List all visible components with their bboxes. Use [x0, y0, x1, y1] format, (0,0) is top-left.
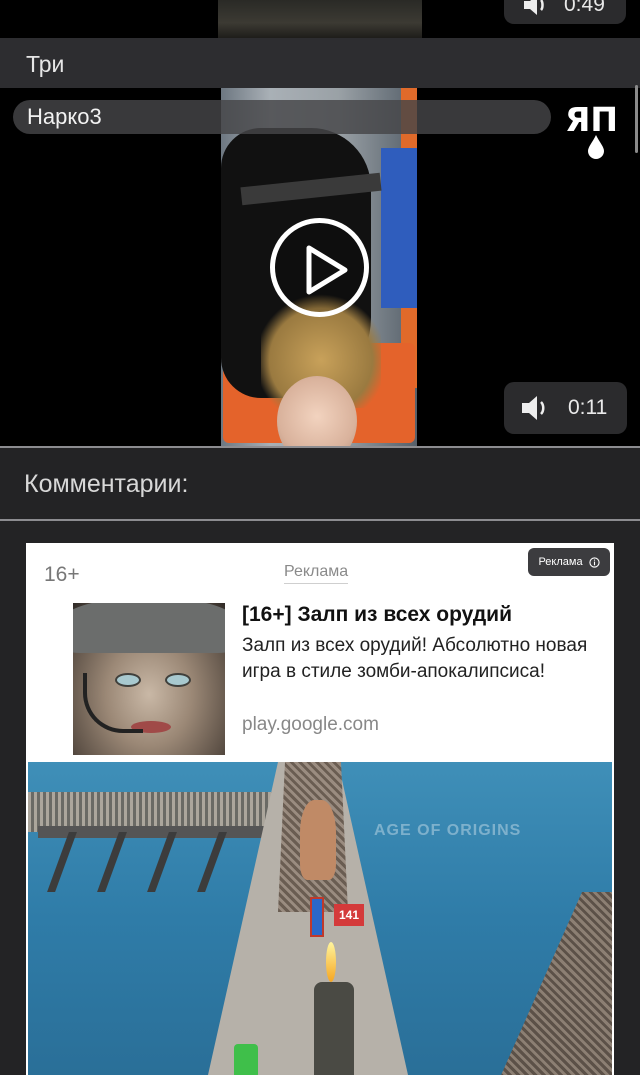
- volume-icon: [524, 0, 544, 15]
- logo-text: ЯП: [565, 100, 618, 139]
- scrollbar-thumb[interactable]: [635, 85, 638, 153]
- ad-image-shape: [73, 603, 225, 653]
- ad-label[interactable]: Реклама: [284, 563, 349, 584]
- ad-media-score: 141: [334, 904, 364, 926]
- previous-video-duration: 0:49: [564, 0, 605, 16]
- ad-title[interactable]: [16+] Залп из всех орудий: [242, 603, 602, 627]
- site-logo: ЯП: [565, 100, 618, 159]
- video-duration: 0:11: [568, 396, 608, 419]
- ad-media-shape: [310, 897, 324, 937]
- post-title: Три: [0, 38, 640, 90]
- ad-image-shape: [165, 673, 191, 687]
- ad-media-shape: [234, 1044, 258, 1075]
- ad-media-shape: [498, 892, 612, 1075]
- ad-media-shape: [326, 942, 336, 982]
- ad-media-shape: [314, 982, 354, 1075]
- previous-video-thumbnail: [218, 0, 422, 38]
- ad-image-shape: [83, 673, 143, 733]
- ad-card[interactable]: 16+ Реклама Реклама [16+] Залп из всех о…: [26, 543, 614, 1075]
- divider: [0, 519, 640, 521]
- ad-image[interactable]: [73, 603, 225, 755]
- video-title: Нарко3: [13, 100, 551, 134]
- comments-header: Комментарии:: [0, 448, 640, 520]
- info-icon: [588, 556, 600, 568]
- ad-age-rating: 16+: [44, 563, 80, 586]
- ad-domain[interactable]: play.google.com: [242, 714, 379, 736]
- ad-description: Залп из всех орудий! Абсолютно новая игр…: [242, 635, 588, 682]
- ad-media-watermark: AGE OF ORIGINS: [374, 822, 522, 839]
- play-icon: [306, 245, 348, 295]
- ad-badge[interactable]: Реклама: [528, 548, 610, 576]
- play-button[interactable]: [270, 218, 369, 317]
- ad-media-shape: [47, 832, 77, 892]
- ad-media-shape: [300, 800, 336, 880]
- previous-video[interactable]: 0:49: [0, 0, 640, 38]
- ad-media-shape: [197, 832, 227, 892]
- previous-video-volume-pill[interactable]: 0:49: [504, 0, 626, 24]
- volume-button[interactable]: 0:11: [504, 382, 627, 434]
- volume-icon: [522, 396, 545, 420]
- ad-media-shape: [147, 832, 177, 892]
- ad-badge-label: Реклама: [538, 556, 583, 568]
- ad-media-shape: [97, 832, 127, 892]
- video-scene-shape: [381, 148, 417, 308]
- ad-video-preview[interactable]: 141 AGE OF ORIGINS: [28, 762, 612, 1075]
